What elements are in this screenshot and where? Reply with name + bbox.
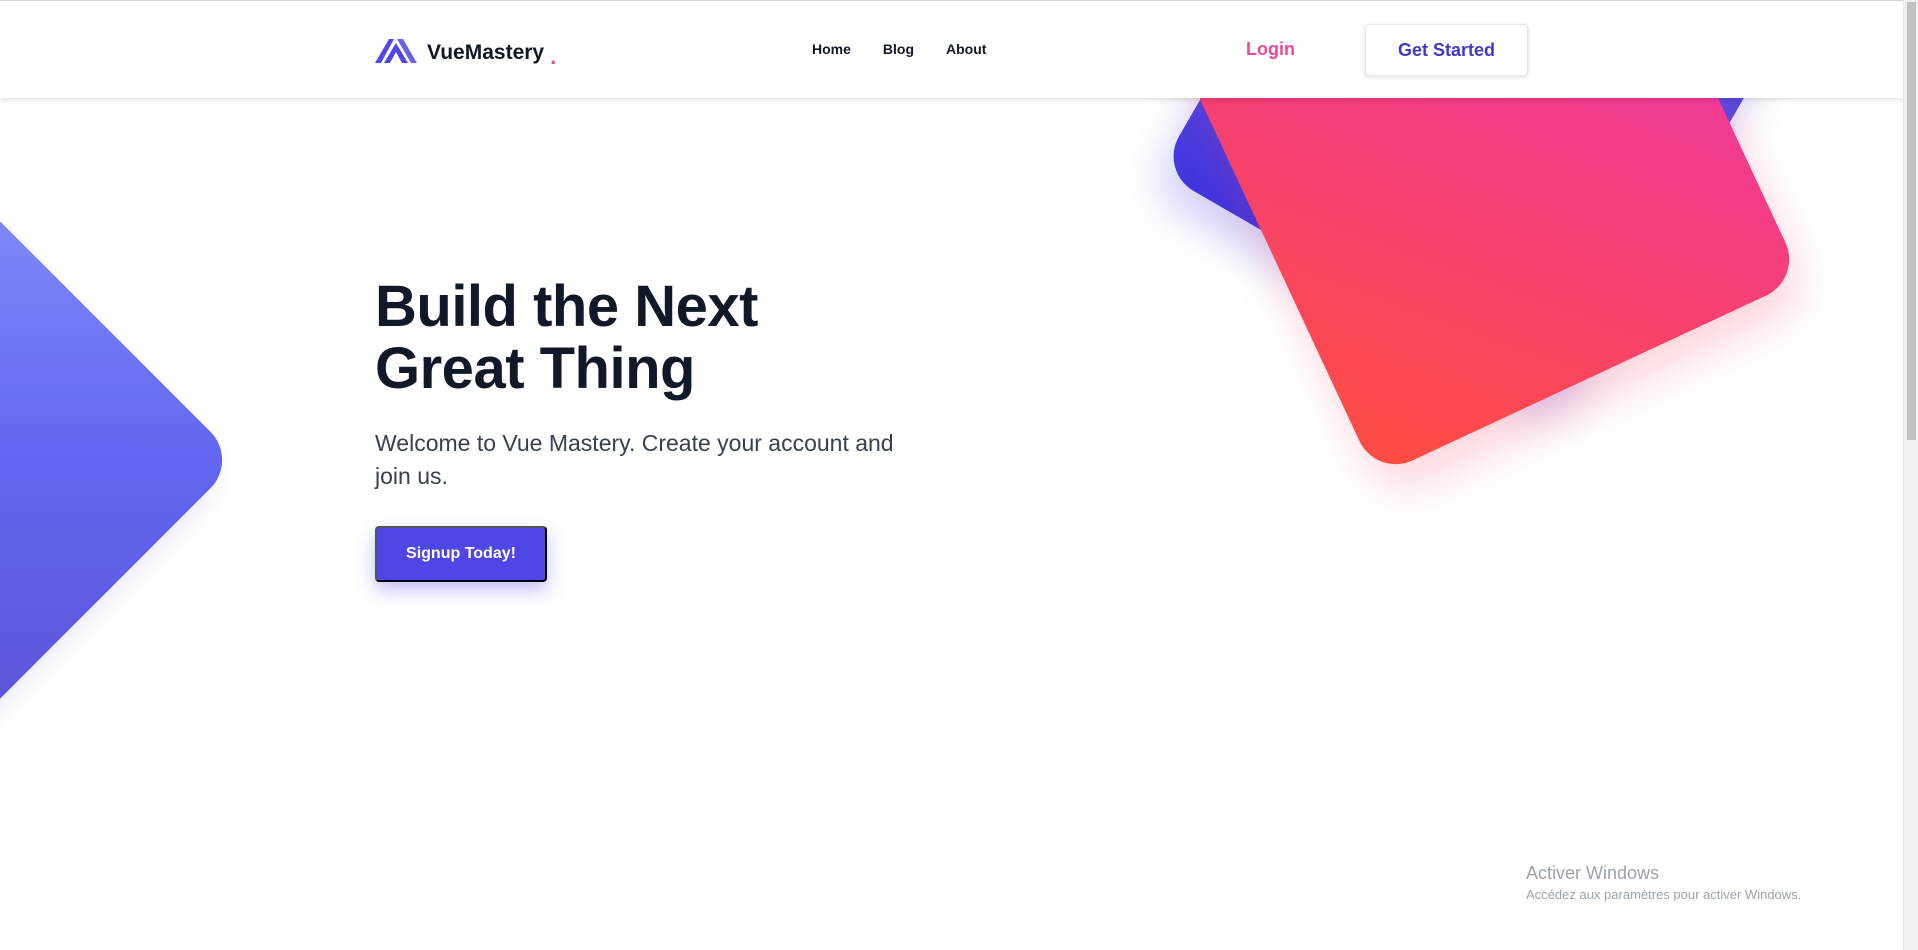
brand-dot: . — [550, 43, 557, 69]
nav-link-blog[interactable]: Blog — [883, 41, 914, 57]
watermark-title: Activer Windows — [1526, 863, 1660, 883]
hero-title-line-2: Great Thing — [375, 336, 695, 401]
brand-logo[interactable]: VueMastery . — [375, 37, 556, 68]
windows-activation-watermark: Activer Windows Accédez aux paramètres p… — [1526, 862, 1801, 904]
main-nav: Home Blog About — [812, 41, 1018, 57]
page: VueMastery . Home Blog About Login Get S… — [0, 0, 1918, 950]
hero-title-line-1: Build the Next — [375, 274, 758, 339]
hero-title: Build the Next Great Thing — [375, 276, 895, 400]
watermark-subtitle: Accédez aux paramètres pour activer Wind… — [1526, 887, 1802, 902]
top-navbar: VueMastery . Home Blog About Login Get S… — [0, 0, 1903, 98]
scrollbar-thumb[interactable] — [1907, 2, 1916, 440]
hero-subtitle: Welcome to Vue Mastery. Create your acco… — [375, 430, 894, 489]
nav-link-about[interactable]: About — [946, 41, 986, 57]
get-started-button[interactable]: Get Started — [1365, 24, 1528, 76]
nav-link-home[interactable]: Home — [812, 41, 851, 57]
decorative-shape-left — [0, 191, 239, 729]
vuemastery-logo-icon — [375, 37, 417, 68]
brand-name: VueMastery — [427, 40, 545, 64]
login-link[interactable]: Login — [1246, 39, 1295, 60]
signup-button[interactable]: Signup Today! — [375, 526, 547, 582]
vertical-scrollbar[interactable] — [1903, 0, 1918, 950]
